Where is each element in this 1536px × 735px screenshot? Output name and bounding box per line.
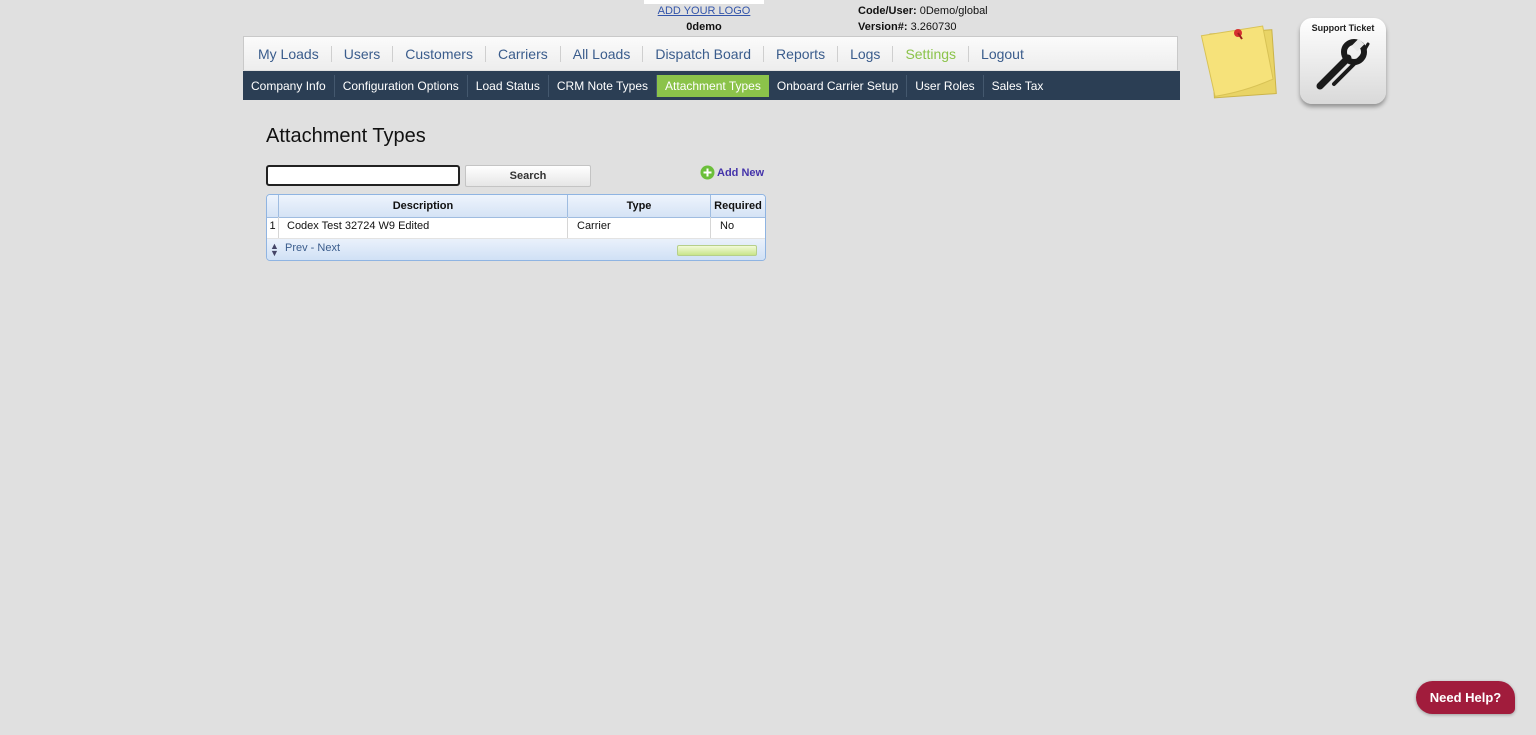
plus-circle-icon <box>700 165 715 180</box>
subnav-load-status[interactable]: Load Status <box>468 74 549 97</box>
sticky-notes-icon[interactable] <box>1200 22 1280 102</box>
page-title: Attachment Types <box>266 125 426 147</box>
company-name: 0demo <box>686 21 722 33</box>
pager-prev-next[interactable]: Prev - Next <box>285 242 340 254</box>
column-header-description[interactable]: Description <box>279 195 568 217</box>
add-logo-link[interactable]: ADD YOUR LOGO <box>644 5 764 17</box>
search-input[interactable] <box>266 165 460 186</box>
table-row[interactable]: 1 Codex Test 32724 W9 Edited Carrier No <box>267 217 765 239</box>
column-header-required[interactable]: Required <box>711 195 765 217</box>
code-user-value: 0Demo/global <box>919 5 988 17</box>
support-ticket-button[interactable]: Support Ticket <box>1300 18 1386 104</box>
grid-header: Description Type Required <box>267 195 765 218</box>
subnav-sales-tax[interactable]: Sales Tax <box>984 75 1052 97</box>
nav-dispatch-board[interactable]: Dispatch Board <box>643 45 765 62</box>
account-info: Code/User: 0Demo/global Version#: 3.2607… <box>858 3 988 35</box>
description-link[interactable]: Codex Test 32724 W9 Edited <box>279 217 568 238</box>
column-header-type[interactable]: Type <box>568 195 711 217</box>
subnav-company-info[interactable]: Company Info <box>243 74 335 97</box>
add-new-button[interactable]: Add New <box>700 165 764 180</box>
nav-settings[interactable]: Settings <box>893 45 970 62</box>
nav-reports[interactable]: Reports <box>764 45 839 62</box>
nav-carriers[interactable]: Carriers <box>486 45 561 62</box>
code-user-label: Code/User: <box>858 5 917 17</box>
subnav-attachment-types[interactable]: Attachment Types <box>657 74 769 97</box>
nav-my-loads[interactable]: My Loads <box>246 45 332 62</box>
row-number-header <box>267 195 279 217</box>
search-button[interactable]: Search <box>465 165 591 187</box>
settings-subnav: Company Info Configuration Options Load … <box>243 71 1180 100</box>
nav-all-loads[interactable]: All Loads <box>561 45 644 62</box>
subnav-crm-note-types[interactable]: CRM Note Types <box>549 74 658 97</box>
add-new-label: Add New <box>717 166 765 179</box>
nav-users[interactable]: Users <box>332 45 394 62</box>
pager-progress-bar <box>677 245 757 256</box>
wrench-screwdriver-icon <box>1316 38 1370 90</box>
support-ticket-label: Support Ticket <box>1311 23 1375 33</box>
subnav-configuration-options[interactable]: Configuration Options <box>335 74 468 97</box>
version-label: Version#: <box>858 21 908 33</box>
logo-placeholder <box>644 0 764 4</box>
nav-customers[interactable]: Customers <box>393 45 486 62</box>
subnav-onboard-carrier-setup[interactable]: Onboard Carrier Setup <box>769 74 908 97</box>
type-cell: Carrier <box>568 217 711 238</box>
version-value: 3.260730 <box>910 21 957 33</box>
need-help-button[interactable]: Need Help? <box>1416 681 1515 714</box>
nav-logout[interactable]: Logout <box>969 46 1036 62</box>
required-cell: No <box>720 220 735 232</box>
sort-arrows-icon[interactable]: ▲ ▼ <box>270 242 279 258</box>
attachment-types-grid: Description Type Required 1 Codex Test 3… <box>266 194 766 261</box>
main-nav: My Loads Users Customers Carriers All Lo… <box>243 36 1178 70</box>
row-number: 1 <box>267 217 279 238</box>
grid-pager: ▲ ▼ Prev - Next <box>267 239 765 260</box>
subnav-user-roles[interactable]: User Roles <box>907 74 984 97</box>
nav-logs[interactable]: Logs <box>838 45 894 62</box>
